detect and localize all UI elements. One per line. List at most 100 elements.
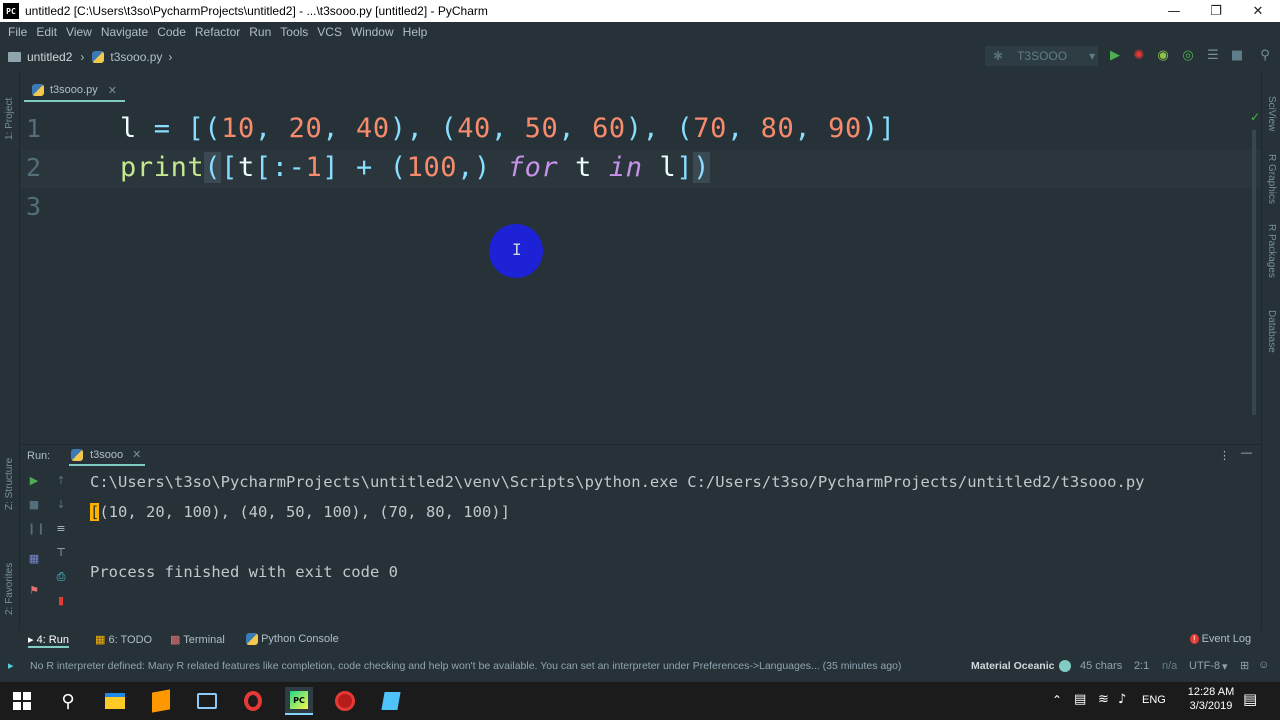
run-icon[interactable]: ▶: [1108, 49, 1122, 63]
sciview-tool-tab[interactable]: SciView: [1266, 96, 1277, 131]
folder-icon: [8, 52, 21, 62]
language-indicator[interactable]: ENG: [1142, 694, 1166, 706]
todo-tool-tab[interactable]: ▦ 6: TODO: [95, 633, 152, 646]
error-badge-icon: !: [1190, 634, 1199, 644]
menu-edit[interactable]: Edit: [36, 25, 57, 39]
delete-icon[interactable]: ▮: [54, 594, 68, 608]
menu-navigate[interactable]: Navigate: [101, 25, 148, 39]
editor-tab[interactable]: t3sooo.py ✕: [24, 80, 125, 102]
menu-file[interactable]: File: [8, 25, 27, 39]
lock-icon[interactable]: ⊞: [1240, 659, 1249, 672]
debug-icon[interactable]: ✺: [1132, 49, 1146, 63]
structure-tool-tab[interactable]: Z: Structure: [4, 458, 15, 510]
print-icon[interactable]: ⎙: [54, 570, 68, 584]
pycharm-taskbar-icon[interactable]: PC: [285, 687, 313, 715]
python-config-icon: ✱: [993, 49, 1004, 63]
menu-window[interactable]: Window: [351, 25, 394, 39]
stop-icon[interactable]: ■: [27, 498, 41, 512]
recorder-icon[interactable]: [331, 687, 359, 715]
run-panel-header: Run: t3sooo ✕ ⋮ —: [21, 444, 1261, 466]
restore-layout-icon[interactable]: ▦: [27, 552, 41, 566]
windows-start-icon[interactable]: [8, 687, 36, 715]
chevron-down-icon: ▾: [1222, 661, 1228, 673]
close-tab-icon[interactable]: ✕: [132, 449, 141, 461]
event-log-tool-tab[interactable]: ! Event Log: [1190, 633, 1251, 645]
python-console-tool-tab[interactable]: Python Console: [246, 633, 339, 646]
r-graphics-tool-tab[interactable]: R Graphics: [1266, 154, 1277, 204]
down-arrow-icon[interactable]: ↓: [54, 498, 68, 512]
python-file-icon: [71, 449, 83, 462]
minimize-panel-icon[interactable]: —: [1241, 447, 1252, 459]
menu-run[interactable]: Run: [249, 25, 271, 39]
code-line-1: l = [(10, 20, 40), (40, 50, 60), (70, 80…: [120, 113, 896, 144]
minimize-button[interactable]: —: [1152, 0, 1196, 22]
network-icon[interactable]: ▤: [1074, 692, 1086, 707]
right-tool-strip: SciView R Graphics R Packages Database: [1261, 70, 1280, 630]
console-output-text: (10, 20, 100), (40, 50, 100), (70, 80, 1…: [99, 503, 510, 521]
opera-browser-icon[interactable]: [239, 687, 267, 715]
theme-indicator[interactable]: Material Oceanic: [971, 660, 1054, 672]
left-tool-strip: 1: Project Z: Structure 2: Favorites: [0, 70, 20, 630]
close-window-button[interactable]: ✕: [1236, 0, 1280, 22]
breadcrumb-file[interactable]: t3sooo.py: [110, 50, 162, 64]
search-icon[interactable]: ⚲: [54, 687, 82, 715]
inspector-icon[interactable]: ☺: [1258, 659, 1269, 671]
network-app-icon[interactable]: [193, 687, 221, 715]
favorites-tool-tab[interactable]: 2: Favorites: [4, 563, 15, 615]
run-tool-tab[interactable]: ▸ 4: Run: [28, 633, 69, 648]
sublime-text-icon[interactable]: [147, 687, 175, 715]
rerun-icon[interactable]: ▶: [27, 474, 41, 488]
windows-taskbar: [0, 682, 1280, 720]
status-message[interactable]: No R interpreter defined: Many R related…: [30, 660, 965, 672]
file-encoding[interactable]: UTF-8: [1189, 660, 1220, 672]
run-tab[interactable]: t3sooo ✕: [69, 448, 145, 466]
menu-tools[interactable]: Tools: [280, 25, 308, 39]
app-icon[interactable]: [377, 687, 405, 715]
pause-icon[interactable]: ❙❙: [27, 522, 45, 536]
clock[interactable]: 12:28 AM 3/3/2019: [1180, 686, 1242, 712]
text-cursor-icon: I: [512, 240, 522, 259]
menu-view[interactable]: View: [66, 25, 92, 39]
up-arrow-icon[interactable]: ↑: [54, 474, 68, 488]
editor-scrollbar[interactable]: [1252, 130, 1256, 415]
chevron-right-icon: ›: [168, 50, 173, 64]
menu-help[interactable]: Help: [403, 25, 428, 39]
run-config-label: T3SOOO: [1017, 49, 1068, 63]
run-coverage-icon[interactable]: ◉: [1156, 49, 1170, 63]
profile-icon[interactable]: ◎: [1181, 49, 1195, 63]
caret-position[interactable]: 2:1: [1134, 660, 1149, 672]
run-config-selector[interactable]: ✱ T3SOOO ▾: [985, 46, 1098, 66]
breadcrumb-project[interactable]: untitled2: [27, 50, 72, 64]
stop-icon[interactable]: ■: [1230, 49, 1244, 63]
project-tool-tab[interactable]: 1: Project: [4, 98, 15, 140]
r-packages-tool-tab[interactable]: R Packages: [1266, 224, 1277, 278]
more-options-icon[interactable]: ⋮: [1219, 449, 1230, 462]
search-everywhere-icon[interactable]: ⚲: [1258, 49, 1272, 63]
terminal-icon: ▩: [170, 634, 181, 646]
scroll-to-end-icon[interactable]: ⊤: [54, 546, 68, 560]
line-number: 3: [26, 192, 42, 221]
check-icon: ✓: [1250, 110, 1261, 124]
volume-icon[interactable]: ♪: [1118, 692, 1126, 707]
pin-tab-icon[interactable]: ⚑: [27, 584, 41, 598]
close-tab-icon[interactable]: ✕: [108, 84, 117, 97]
concurrency-icon[interactable]: ☰: [1206, 49, 1220, 63]
soft-wrap-icon[interactable]: ≡: [54, 522, 68, 536]
menu-bar: File Edit View Navigate Code Refactor Ru…: [0, 22, 1280, 42]
console-output-line: [(10, 20, 100), (40, 50, 100), (70, 80, …: [90, 503, 510, 521]
file-explorer-icon[interactable]: [101, 687, 129, 715]
database-tool-tab[interactable]: Database: [1266, 310, 1277, 353]
wifi-icon[interactable]: ≋: [1098, 692, 1109, 707]
run-panel-label: Run:: [27, 450, 51, 462]
editor-tab-bar: [21, 78, 1261, 104]
line-separator[interactable]: n/a: [1162, 660, 1177, 672]
title-bar: PC untitled2 [C:\Users\t3so\PycharmProje…: [0, 0, 1280, 22]
menu-vcs[interactable]: VCS: [317, 25, 342, 39]
maximize-button[interactable]: ❐: [1194, 0, 1238, 22]
pycharm-logo-icon: PC: [3, 3, 19, 19]
menu-code[interactable]: Code: [157, 25, 186, 39]
terminal-tool-tab[interactable]: ▩ Terminal: [170, 633, 225, 646]
notifications-icon[interactable]: ▤: [1243, 690, 1257, 708]
chevron-up-icon[interactable]: ⌃: [1052, 693, 1062, 707]
menu-refactor[interactable]: Refactor: [195, 25, 240, 39]
